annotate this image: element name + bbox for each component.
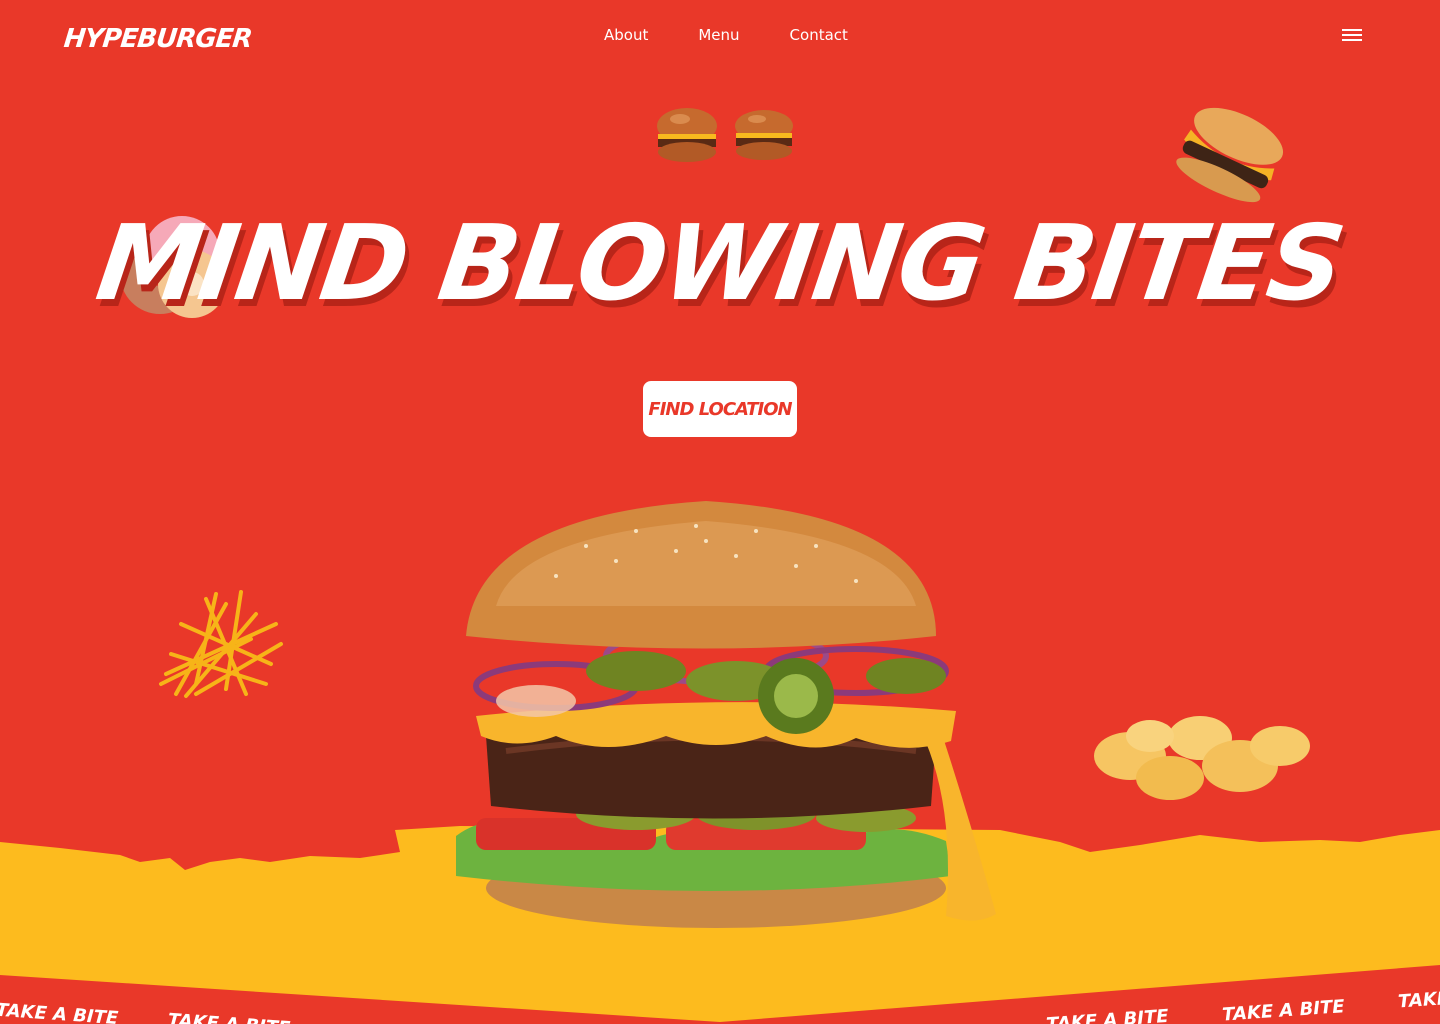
hamburger-menu-icon[interactable] [1342, 29, 1362, 43]
find-location-button[interactable]: FIND LOCATION [643, 381, 797, 437]
brand-logo[interactable]: HYPEBURGER [62, 24, 253, 54]
nav-link-about[interactable]: About [604, 26, 648, 44]
hero-headline: MIND BLOWING BITES [89, 202, 1351, 324]
nav-link-contact[interactable]: Contact [790, 26, 848, 44]
main-nav: About Menu Contact [604, 26, 848, 44]
fries-icon [159, 590, 283, 698]
mini-burger-icon [657, 108, 717, 162]
burger-image [456, 501, 996, 928]
mini-burger-icon [735, 110, 793, 160]
chips-icon [1094, 716, 1310, 800]
cheese-sandwich-icon [1176, 107, 1284, 203]
nav-link-menu[interactable]: Menu [698, 26, 739, 44]
